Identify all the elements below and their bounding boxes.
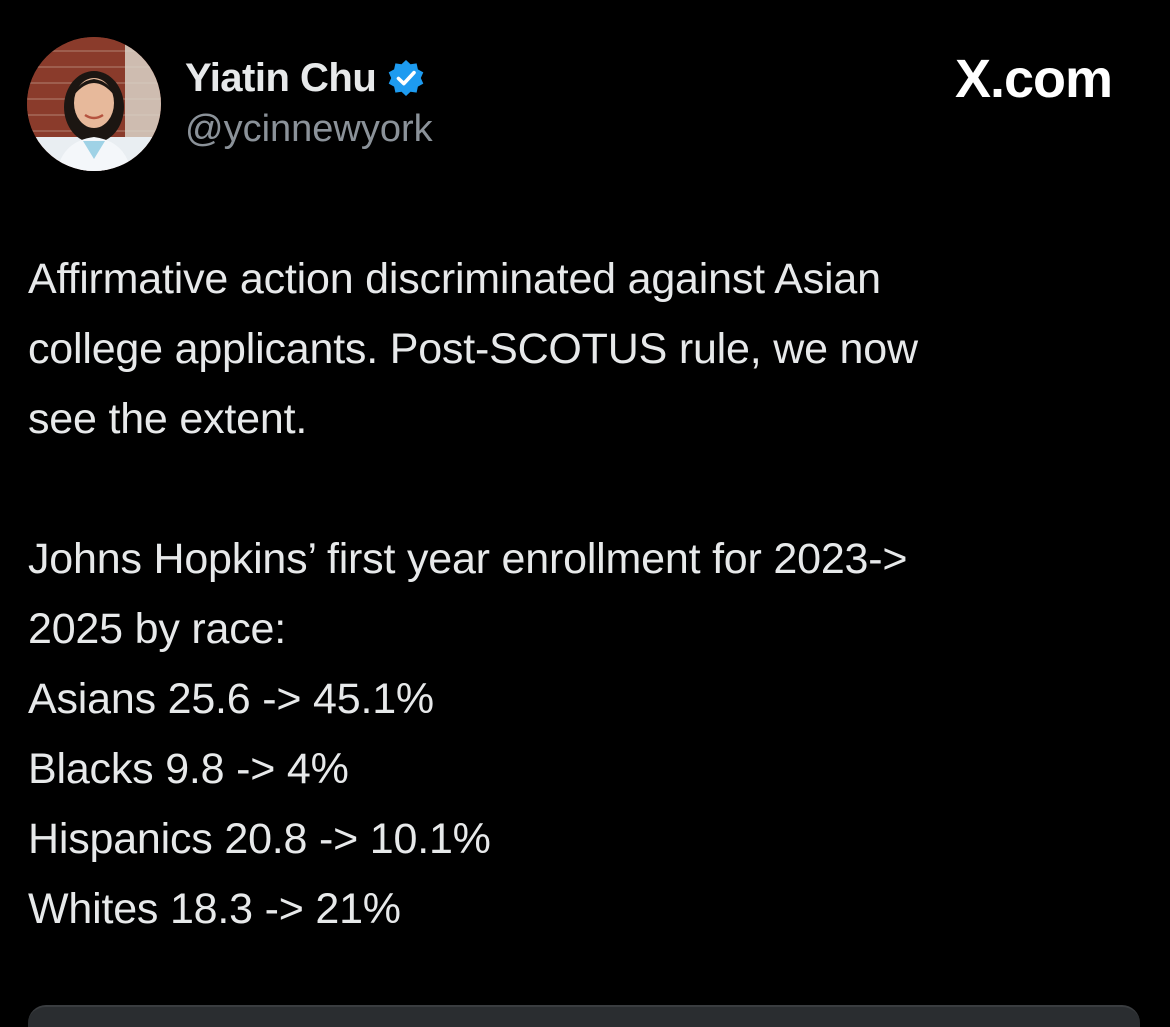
tweet-text-line: 2025 by race: [28,605,286,653]
tweet-text-line: Blacks 9.8 -> 4% [28,745,349,793]
display-name[interactable]: Yiatin Chu [185,56,377,101]
tweet-text-line: Affirmative action discriminated against… [28,255,881,303]
attached-media-preview[interactable] [28,1005,1140,1027]
name-row: Yiatin Chu [185,50,433,106]
tweet-text-line: Hispanics 20.8 -> 10.1% [28,815,491,863]
tweet-text-line: Whites 18.3 -> 21% [28,885,401,933]
tweet-text-line: college applicants. Post-SCOTUS rule, we… [28,325,918,373]
tweet-text-line: see the extent. [28,395,308,443]
tweet: Yiatin Chu @ycinnewyork X.com Affirmativ… [0,0,1170,1027]
tweet-text-line: Asians 25.6 -> 45.1% [28,675,434,723]
verified-badge-icon[interactable] [386,58,426,98]
tweet-text-line: Johns Hopkins’ first year enrollment for… [28,535,908,583]
user-handle[interactable]: @ycinnewyork [185,108,433,151]
watermark-logo: X.com [954,49,1113,109]
author-info: Yiatin Chu @ycinnewyork [185,50,433,151]
avatar-photo [27,37,161,171]
avatar[interactable] [27,37,161,171]
tweet-text: Affirmative action discriminated against… [28,244,1138,944]
